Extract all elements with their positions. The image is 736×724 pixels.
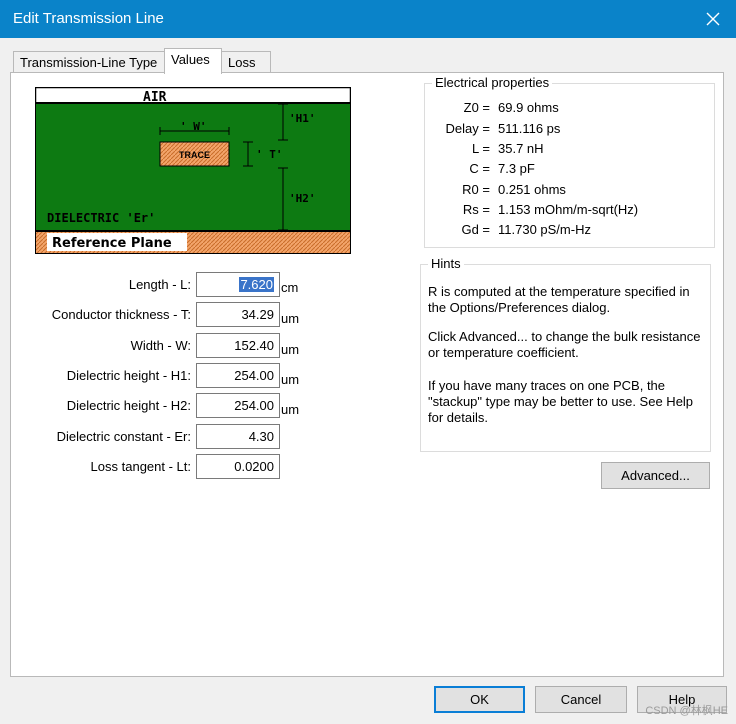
- air-label: AIR: [143, 90, 167, 105]
- tab-values[interactable]: Values: [164, 48, 222, 74]
- h2-field-label: Dielectric height - H2:: [66, 398, 191, 413]
- ep-key-delay: Delay =: [445, 121, 490, 136]
- ep-value-gd: 11.730 pS/m-Hz: [498, 222, 591, 237]
- thickness-unit: um: [281, 311, 300, 326]
- cross-section-diagram: AIR ' W' TRACE ' T' 'H1' 'H2' DIELECTRIC…: [35, 87, 351, 254]
- er-input[interactable]: 4.30: [196, 424, 280, 449]
- h1-input[interactable]: 254.00: [196, 363, 280, 388]
- h1-unit: um: [281, 372, 300, 387]
- ep-value-r0: 0.251 ohms: [498, 182, 566, 197]
- width-input[interactable]: 152.40: [196, 333, 280, 358]
- ep-value-z0: 69.9 ohms: [498, 100, 559, 115]
- width-unit: um: [281, 342, 300, 357]
- window-title: Edit Transmission Line: [13, 10, 164, 27]
- length-input[interactable]: 7.620: [196, 272, 280, 297]
- ep-key-rs: Rs =: [462, 202, 490, 217]
- h2-input[interactable]: 254.00: [196, 393, 280, 418]
- lt-input[interactable]: 0.0200: [196, 454, 280, 479]
- length-unit: cm: [281, 280, 299, 295]
- ok-button[interactable]: OK: [434, 686, 525, 713]
- hints-title: Hints: [428, 256, 464, 271]
- ep-value-l: 35.7 nH: [498, 141, 544, 156]
- ep-key-c: C =: [469, 161, 490, 176]
- er-label: Dielectric constant - Er:: [56, 429, 191, 444]
- ep-value-rs: 1.153 mOhm/m-sqrt(Hz): [498, 202, 639, 217]
- h2-label: 'H2': [289, 192, 316, 205]
- w-label: ' W': [180, 120, 207, 133]
- ep-key-z0: Z0 =: [463, 100, 490, 115]
- ep-key-l: L =: [472, 141, 490, 156]
- h2-unit: um: [281, 402, 300, 417]
- cancel-button[interactable]: Cancel: [535, 686, 627, 713]
- length-label: Length - L:: [128, 277, 191, 292]
- ep-key-gd: Gd =: [461, 222, 490, 237]
- tab-loss[interactable]: Loss: [221, 51, 271, 74]
- advanced-button[interactable]: Advanced...: [601, 462, 710, 489]
- title-bar: Edit Transmission Line: [0, 0, 736, 38]
- tab-transmission-line-type[interactable]: Transmission-Line Type: [13, 51, 165, 74]
- lt-label: Loss tangent - Lt:: [90, 459, 191, 474]
- dielectric-label: DIELECTRIC 'Er': [47, 211, 155, 225]
- hint-temperature: R is computed at the temperature specifi…: [428, 284, 690, 315]
- h1-field-label: Dielectric height - H1:: [66, 368, 191, 383]
- trace-label: TRACE: [179, 150, 210, 160]
- hint-advanced: Click Advanced... to change the bulk res…: [428, 329, 701, 360]
- t-label: ' T': [256, 148, 283, 161]
- ep-value-c: 7.3 pF: [498, 161, 535, 176]
- thickness-input[interactable]: 34.29: [196, 302, 280, 327]
- width-label: Width - W:: [130, 338, 191, 353]
- electrical-properties-title: Electrical properties: [432, 75, 553, 90]
- watermark: CSDN @林枫HE: [645, 705, 728, 717]
- thickness-label: Conductor thickness - T:: [51, 307, 191, 322]
- h1-label: 'H1': [289, 112, 316, 125]
- ep-value-delay: 511.116 ps: [498, 121, 561, 136]
- ep-key-r0: R0 =: [462, 182, 490, 197]
- length-value: 7.620: [239, 277, 274, 292]
- reference-plane-label: Reference Plane: [52, 236, 172, 251]
- close-icon[interactable]: [690, 0, 736, 38]
- hint-stackup: If you have many traces on one PCB, the …: [428, 378, 694, 425]
